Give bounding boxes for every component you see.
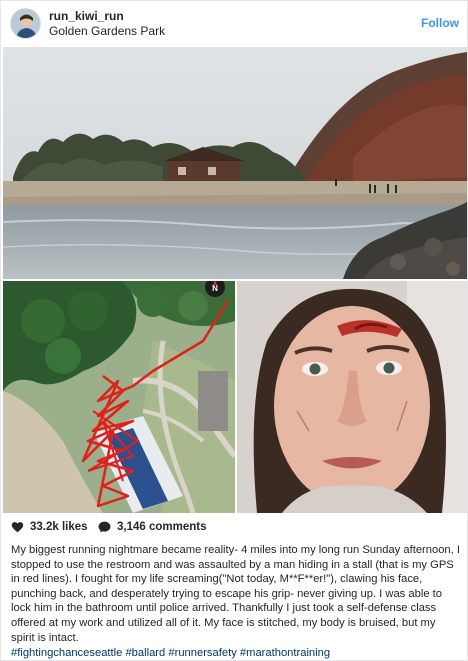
instagram-post-card: run_kiwi_run Golden Gardens Park Follow (0, 0, 468, 661)
comment-bubble-icon[interactable] (98, 521, 111, 533)
hashtag-link[interactable]: #fightingchanceseattle (11, 647, 122, 659)
follow-button[interactable]: Follow (421, 16, 459, 30)
beach-photo (3, 47, 467, 279)
avatar[interactable] (10, 8, 41, 39)
post-header: run_kiwi_run Golden Gardens Park Follow (1, 1, 468, 47)
location[interactable]: Golden Gardens Park (49, 24, 165, 38)
post-caption: My biggest running nightmare became real… (11, 544, 460, 644)
gps-map-photo: N (3, 281, 235, 513)
hashtag-link[interactable]: #marathontraining (240, 647, 330, 659)
username[interactable]: run_kiwi_run (49, 9, 124, 23)
hashtag-line: #fightingchanceseattle #ballard #runners… (11, 646, 330, 660)
hashtag-link[interactable]: #ballard (125, 647, 165, 659)
likes-count: 33.2k likes (30, 521, 88, 533)
hashtag-link[interactable]: #runnersafety (168, 647, 236, 659)
likes-stat[interactable]: 33.2k likes (11, 521, 88, 533)
comments-count: 3,146 comments (117, 521, 207, 533)
face-selfie-photo (237, 281, 467, 513)
svg-text:N: N (212, 284, 218, 293)
heart-icon[interactable] (11, 521, 24, 533)
comments-stat[interactable]: 3,146 comments (98, 521, 207, 533)
